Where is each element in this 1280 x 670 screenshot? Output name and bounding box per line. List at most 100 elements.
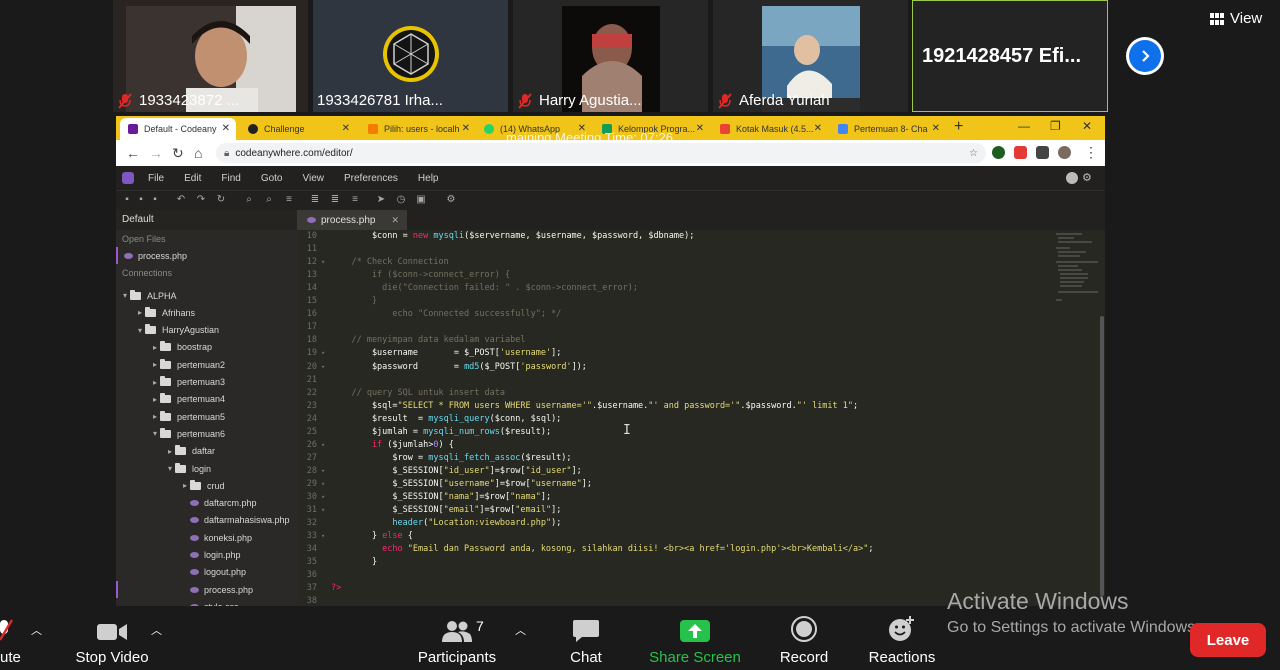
tree-caret-icon[interactable]: ▸ [150, 395, 160, 404]
tree-caret-icon[interactable]: ▸ [150, 378, 160, 387]
browser-tab[interactable]: Default - Codeany ✕ [120, 118, 236, 140]
active-speaker-tile[interactable]: 1921428457 Efi... [912, 0, 1108, 112]
close-tab-icon[interactable]: ✕ [462, 123, 470, 134]
tree-caret-icon[interactable]: ▾ [165, 464, 175, 473]
menu-view[interactable]: View [303, 173, 325, 184]
file-item[interactable]: logout.php [116, 564, 297, 581]
indent-icon[interactable]: ≣ [310, 195, 320, 205]
outdent-icon[interactable]: ≣ [330, 195, 340, 205]
chat-button[interactable]: Chat [556, 612, 616, 670]
redo-icon[interactable]: ↷ [196, 195, 206, 205]
menu-help[interactable]: Help [418, 173, 439, 184]
replace-icon[interactable]: ⌕ [264, 195, 274, 205]
folder-item[interactable]: ▾ pertemuan6 [116, 425, 297, 442]
next-page-button[interactable] [1126, 37, 1164, 75]
settings-icon[interactable]: ⚙ [446, 195, 456, 205]
refresh-icon[interactable]: ↻ [216, 195, 226, 205]
home-icon[interactable]: ⌂ [194, 145, 202, 161]
save-all-icon[interactable]: ▪ [150, 195, 160, 205]
fold-toggle-icon[interactable]: ▾ [321, 478, 325, 491]
code-minimap[interactable] [1052, 230, 1102, 310]
tree-caret-icon[interactable]: ▸ [180, 481, 190, 490]
folder-item[interactable]: ▾ HarryAgustian [116, 322, 297, 339]
new-file-icon[interactable]: ▪ [122, 195, 132, 205]
leave-button[interactable]: Leave [1190, 623, 1266, 657]
fold-toggle-icon[interactable]: ▾ [321, 256, 325, 269]
fold-toggle-icon[interactable]: ▾ [321, 504, 325, 517]
close-window-icon[interactable]: ✕ [1082, 119, 1092, 133]
file-item[interactable]: daftarmahasiswa.php [116, 512, 297, 529]
tree-caret-icon[interactable]: ▸ [165, 447, 175, 456]
editor-tab-process[interactable]: process.php ✕ [297, 210, 407, 230]
back-arrow-icon[interactable]: ← [126, 145, 140, 161]
browser-tab[interactable]: Challenge ✕ [240, 118, 356, 140]
menu-goto[interactable]: Goto [261, 173, 283, 184]
fold-toggle-icon[interactable]: ▾ [321, 347, 325, 360]
folder-item[interactable]: ▸ daftar [116, 443, 297, 460]
folder-item[interactable]: ▸ pertemuan3 [116, 374, 297, 391]
undo-icon[interactable]: ↶ [176, 195, 186, 205]
menu-find[interactable]: Find [221, 173, 240, 184]
close-tab-icon[interactable]: ✕ [932, 123, 940, 134]
format-icon[interactable]: ≡ [284, 195, 294, 205]
close-tab-icon[interactable]: ✕ [814, 123, 822, 134]
maximize-icon[interactable]: ❐ [1050, 119, 1061, 133]
history-icon[interactable]: ◷ [396, 195, 406, 205]
participant-tile[interactable]: 1933423872 ... [113, 0, 308, 112]
search-icon[interactable]: ⌕ [244, 195, 254, 205]
close-tab-icon[interactable]: ✕ [391, 215, 399, 226]
tree-caret-icon[interactable]: ▾ [120, 291, 130, 300]
fold-toggle-icon[interactable]: ▾ [321, 439, 325, 452]
record-button[interactable]: Record [774, 612, 834, 670]
participant-tile[interactable]: Harry Agustia... [513, 0, 708, 112]
close-tab-icon[interactable]: ✕ [222, 123, 230, 134]
folder-item[interactable]: ▸ boostrap [116, 339, 297, 356]
participant-tile[interactable]: Aferda Yuriah [713, 0, 908, 112]
file-item[interactable]: login.php [116, 547, 297, 564]
tree-caret-icon[interactable]: ▾ [135, 326, 145, 335]
audio-options-chevron-icon[interactable]: ︿ [31, 622, 42, 638]
file-item[interactable]: daftarcm.php [116, 495, 297, 512]
video-options-chevron-icon[interactable]: ︿ [151, 622, 162, 638]
menu-edit[interactable]: Edit [184, 173, 201, 184]
participants-button[interactable]: Participants [412, 612, 502, 670]
reload-icon[interactable]: ↻ [172, 145, 184, 162]
tree-caret-icon[interactable]: ▸ [150, 343, 160, 352]
participants-options-chevron-icon[interactable]: ︿ [515, 622, 526, 638]
browser-tab[interactable]: Pertemuan 8- Cha ✕ [830, 118, 946, 140]
settings-icon[interactable]: ⚙ [1082, 171, 1092, 184]
profile-avatar[interactable] [1058, 146, 1071, 159]
kebab-menu-icon[interactable]: ⋮ [1084, 144, 1098, 161]
file-item[interactable]: process.php [116, 581, 297, 598]
folder-item[interactable]: ▸ Afrihans [116, 304, 297, 321]
view-button[interactable]: View [1210, 10, 1262, 27]
file-item[interactable]: koneksi.php [116, 529, 297, 546]
menu-file[interactable]: File [148, 173, 164, 184]
folder-item[interactable]: ▾ login [116, 460, 297, 477]
share-screen-button[interactable]: Share Screen [646, 612, 744, 670]
bookmark-star-icon[interactable]: ☆ [969, 148, 978, 159]
file-item[interactable]: style.css [116, 598, 297, 606]
fold-toggle-icon[interactable]: ▾ [321, 491, 325, 504]
folder-item[interactable]: ▸ pertemuan2 [116, 356, 297, 373]
user-avatar[interactable] [1066, 172, 1078, 184]
reactions-button[interactable]: Reactions [866, 612, 938, 670]
browser-tab[interactable]: Pilih: users - localh ✕ [360, 118, 476, 140]
new-tab-button[interactable]: + [954, 118, 963, 136]
tree-caret-icon[interactable]: ▸ [135, 308, 145, 317]
menu-preferences[interactable]: Preferences [344, 173, 398, 184]
pdf-extension-icon[interactable] [1014, 146, 1027, 159]
folder-item[interactable]: ▸ pertemuan4 [116, 391, 297, 408]
fold-toggle-icon[interactable]: ▾ [321, 361, 325, 374]
run-icon[interactable]: ➤ [376, 195, 386, 205]
extension-icon[interactable] [992, 146, 1005, 159]
close-tab-icon[interactable]: ✕ [696, 123, 704, 134]
preview-icon[interactable]: ▣ [416, 195, 426, 205]
fold-toggle-icon[interactable]: ▾ [321, 465, 325, 478]
comment-icon[interactable]: ≡ [350, 195, 360, 205]
tree-caret-icon[interactable]: ▸ [150, 412, 160, 421]
participant-tile[interactable]: 1933426781 Irha... [313, 0, 508, 112]
open-file-item[interactable]: process.php [116, 247, 297, 264]
minimize-icon[interactable]: — [1018, 119, 1030, 133]
fold-toggle-icon[interactable]: ▾ [321, 530, 325, 543]
